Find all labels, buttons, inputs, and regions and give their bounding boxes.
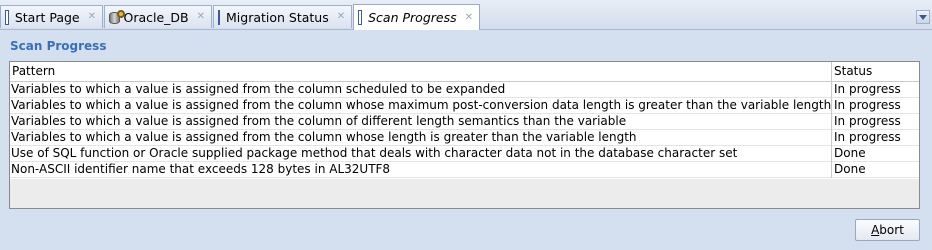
tab-migration-status[interactable]: Migration Status ✕ xyxy=(213,5,352,28)
scan-progress-table: Pattern Status Variables to which a valu… xyxy=(9,61,920,209)
status-cell: In progress xyxy=(834,82,901,96)
pattern-cell: Use of SQL function or Oracle supplied p… xyxy=(10,146,832,162)
abort-label: bort xyxy=(879,223,904,237)
pattern-cell: Non-ASCII identifier name that exceeds 1… xyxy=(10,162,832,178)
tab-bar: Start Page ✕ Oracle_DB ✕ Migration Statu… xyxy=(0,0,932,30)
abort-button[interactable]: Abort xyxy=(855,219,920,241)
table-row[interactable]: Variables to which a value is assigned f… xyxy=(10,130,919,146)
close-icon[interactable]: ✕ xyxy=(465,12,473,23)
table-row[interactable]: Variables to which a value is assigned f… xyxy=(10,98,919,114)
status-cell: Done xyxy=(834,162,866,176)
page-title: Scan Progress xyxy=(10,39,107,53)
tab-scan-progress[interactable]: Scan Progress ✕ xyxy=(353,4,480,30)
table-row[interactable]: Variables to which a value is assigned f… xyxy=(10,82,919,98)
column-header-pattern[interactable]: Pattern xyxy=(10,62,832,81)
tab-oracle-db[interactable]: Oracle_DB ✕ xyxy=(104,5,212,28)
pattern-cell: Variables to which a value is assigned f… xyxy=(10,130,832,146)
tab-label: Migration Status xyxy=(226,9,329,25)
pattern-cell: Variables to which a value is assigned f… xyxy=(11,98,832,114)
table-header: Pattern Status xyxy=(10,62,919,82)
column-header-status[interactable]: Status xyxy=(832,62,919,81)
close-icon[interactable]: ✕ xyxy=(337,12,345,22)
status-cell: In progress xyxy=(834,98,901,112)
document-icon xyxy=(218,9,220,25)
document-icon xyxy=(358,10,363,25)
close-icon[interactable]: ✕ xyxy=(197,12,205,22)
pattern-cell: Variables to which a value is assigned f… xyxy=(10,114,832,130)
database-icon xyxy=(109,9,125,25)
tab-start-page[interactable]: Start Page ✕ xyxy=(0,5,103,28)
tab-label: Scan Progress xyxy=(368,10,457,25)
tab-label: Start Page xyxy=(14,9,80,25)
status-cell: In progress xyxy=(834,130,901,144)
table-row[interactable]: Use of SQL function or Oracle supplied p… xyxy=(10,146,919,162)
document-icon xyxy=(5,9,9,25)
pattern-cell: Variables to which a value is assigned f… xyxy=(10,82,832,98)
tab-label: Oracle_DB xyxy=(123,9,189,25)
status-cell: Done xyxy=(834,146,866,160)
table-row[interactable]: Variables to which a value is assigned f… xyxy=(10,114,919,130)
close-icon[interactable]: ✕ xyxy=(88,12,96,22)
tab-list-dropdown-icon[interactable] xyxy=(916,10,930,24)
table-empty-area xyxy=(10,179,919,208)
status-cell: In progress xyxy=(834,114,901,128)
table-row[interactable]: Non-ASCII identifier name that exceeds 1… xyxy=(10,162,919,178)
